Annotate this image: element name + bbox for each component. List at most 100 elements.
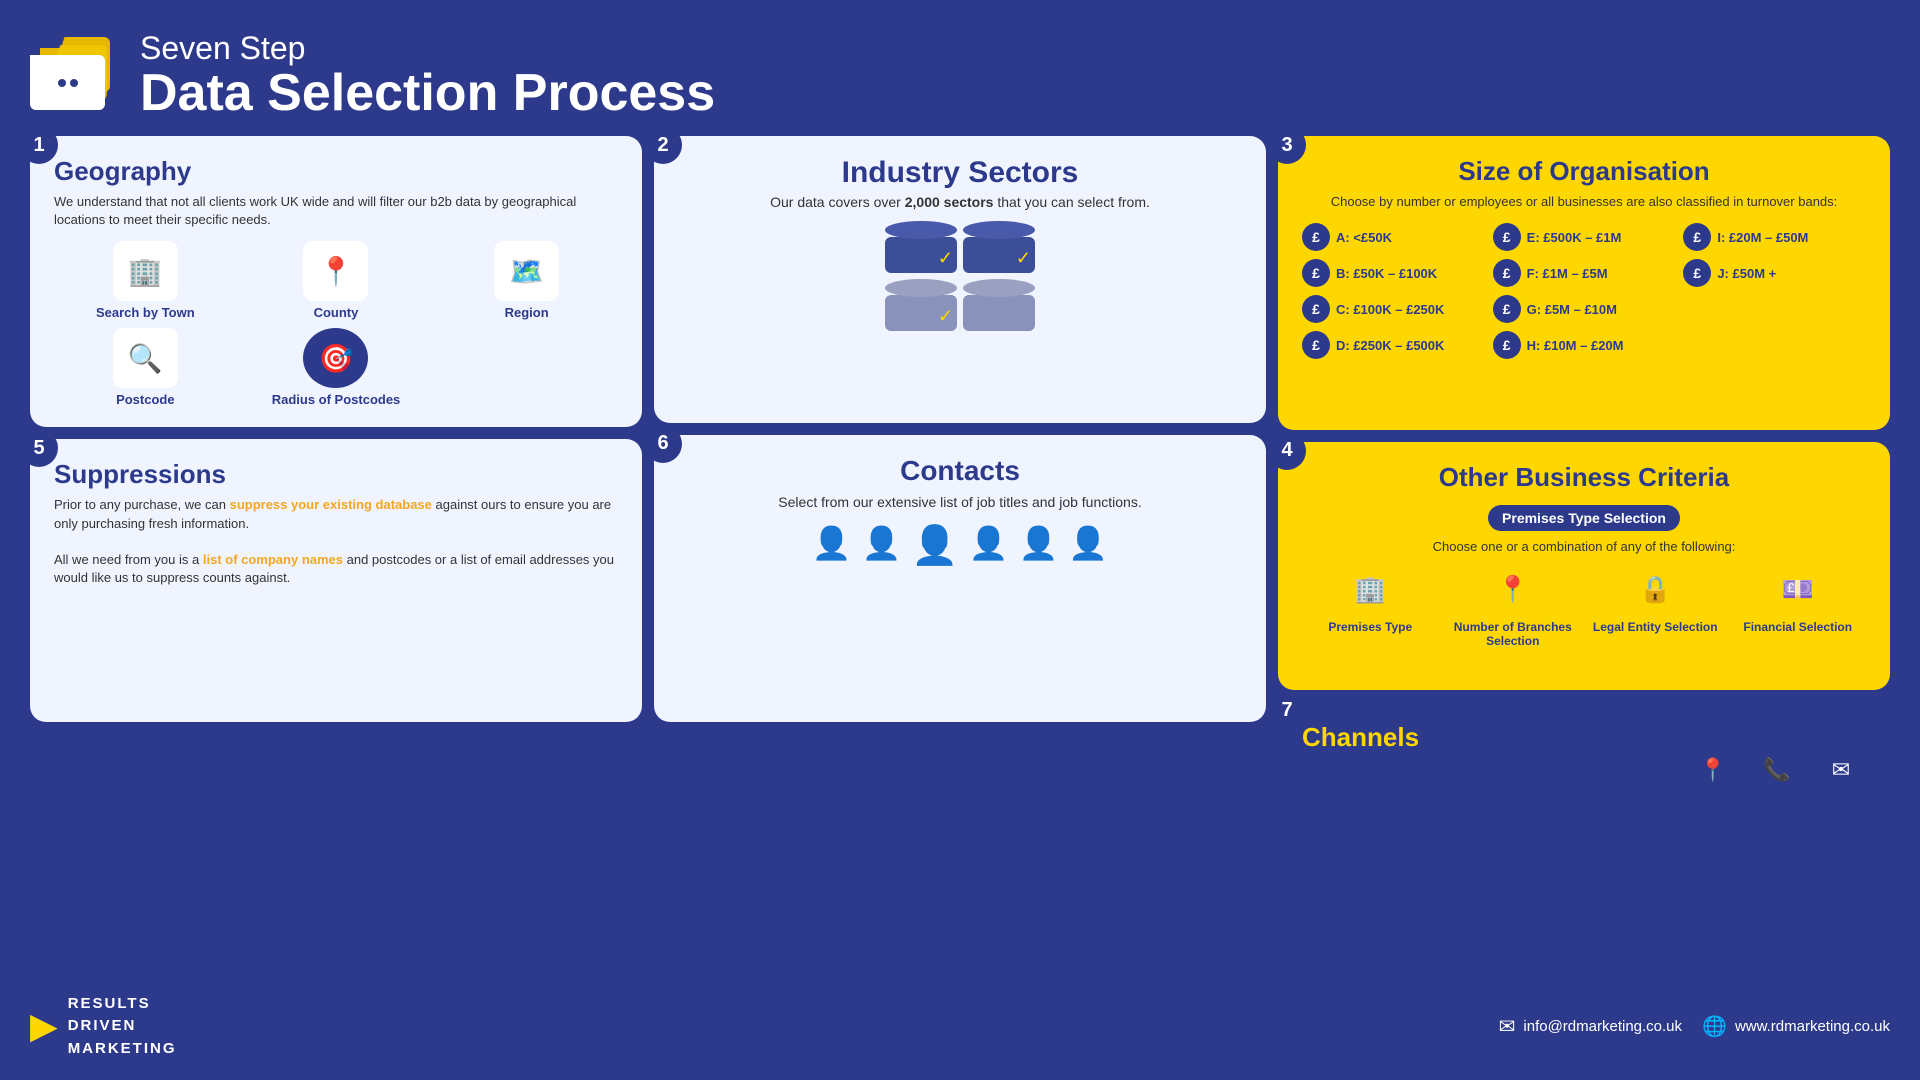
pound-icon-b: £	[1302, 259, 1330, 287]
legal-label: Legal Entity Selection	[1593, 620, 1718, 634]
criteria-financial: 💷 Financial Selection	[1730, 564, 1867, 649]
folder-icon	[30, 37, 120, 112]
person-icon-3: 👤	[911, 524, 958, 568]
geo-icons-grid: 🏢 Search by Town 📍 County 🗺️ Region 🔍 Po…	[54, 241, 618, 407]
footer-logo-line3: MARKETING	[68, 1038, 177, 1061]
financial-label: Financial Selection	[1743, 620, 1852, 634]
pound-icon-h: £	[1493, 331, 1521, 359]
person-icons: 👤 👤 👤 👤 👤 👤	[812, 524, 1109, 568]
channels-icons: 📍 📞 ✉	[1688, 745, 1866, 795]
step5-body2: All we need from you is a list of compan…	[54, 551, 618, 587]
step5-badge: 5	[20, 429, 58, 467]
step6-title: Contacts	[900, 455, 1020, 487]
geo-item-region: 🗺️ Region	[435, 241, 618, 320]
pound-icon-j: £	[1683, 259, 1711, 287]
geo-radius-label: Radius of Postcodes	[272, 392, 401, 407]
step2-body-pre: Our data covers over	[770, 194, 905, 210]
step1-body: We understand that not all clients work …	[54, 193, 618, 229]
premises-type-label: Premises Type	[1328, 620, 1412, 634]
footer-logo-line2: DRIVEN	[68, 1015, 177, 1038]
footer-email: ✉ info@rdmarketing.co.uk	[1499, 1014, 1682, 1039]
channels-inner: Channels All records can be supplied wit…	[1302, 722, 1866, 795]
step2-industry-card: 2 Industry Sectors Our data covers over …	[654, 136, 1266, 423]
size-item-empty1	[1683, 295, 1866, 323]
size-item-a: £ A: <£50K	[1302, 223, 1485, 251]
db-icon-3: ✓	[885, 279, 957, 331]
pound-icon-i: £	[1683, 223, 1711, 251]
db-icon-2: ✓	[963, 221, 1035, 273]
step3-subtitle: Choose by number or employees or all bus…	[1302, 193, 1866, 211]
step4-title: Other Business Criteria	[1302, 462, 1866, 493]
financial-icon: 💷	[1772, 564, 1824, 616]
step2-body-post: that you can select from.	[993, 194, 1149, 210]
step4-other-card: 4 Other Business Criteria Premises Type …	[1278, 442, 1890, 690]
geo-region-icon: 🗺️	[494, 241, 559, 301]
size-item-e: £ E: £500K – £1M	[1493, 223, 1676, 251]
pound-icon-c: £	[1302, 295, 1330, 323]
geo-item-county: 📍 County	[245, 241, 428, 320]
pound-icon-e: £	[1493, 223, 1521, 251]
step4-subtitle: Choose one or a combination of any of th…	[1302, 539, 1866, 554]
size-label-e: E: £500K – £1M	[1527, 230, 1622, 245]
geo-item-radius: 🎯 Radius of Postcodes	[245, 328, 428, 407]
size-item-h: £ H: £10M – £20M	[1493, 331, 1676, 359]
step3-size-grid: £ A: <£50K £ E: £500K – £1M £ I: £20M – …	[1302, 223, 1866, 359]
header: Seven Step Data Selection Process	[30, 20, 1890, 124]
step4-badge: 4	[1268, 432, 1306, 470]
size-label-a: A: <£50K	[1336, 230, 1392, 245]
right-column: 3 Size of Organisation Choose by number …	[1278, 136, 1890, 973]
db-icon-1: ✓	[885, 221, 957, 273]
person-icon-5: 👤	[1019, 524, 1059, 568]
pound-icon-d: £	[1302, 331, 1330, 359]
criteria-icons-grid: 🏢 Premises Type 📍 Number of Branches Sel…	[1302, 564, 1866, 649]
size-label-j: J: £50M +	[1717, 266, 1776, 281]
step2-badge: 2	[644, 126, 682, 164]
step5-suppressions-card: 5 Suppressions Prior to any purchase, we…	[30, 439, 642, 721]
header-title: Data Selection Process	[140, 67, 715, 119]
size-label-i: I: £20M – £50M	[1717, 230, 1808, 245]
step6-badge: 6	[644, 425, 682, 463]
step7-body: All records can be supplied with a posta…	[1302, 759, 1688, 795]
step6-contacts-card: 6 Contacts Select from our extensive lis…	[654, 435, 1266, 722]
header-text: Seven Step Data Selection Process	[140, 30, 715, 119]
email-icon: ✉	[1499, 1014, 1516, 1039]
size-label-d: D: £250K – £500K	[1336, 338, 1444, 353]
pound-icon-g: £	[1493, 295, 1521, 323]
geo-item-postcode: 🔍 Postcode	[54, 328, 237, 407]
channel-email-icon: ✉	[1816, 745, 1866, 795]
channel-location-icon: 📍	[1688, 745, 1738, 795]
footer-website-text: www.rdmarketing.co.uk	[1735, 1018, 1890, 1035]
premises-badge-wrap: Premises Type Selection	[1302, 499, 1866, 539]
geo-postcode-icon: 🔍	[113, 328, 178, 388]
size-label-c: C: £100K – £250K	[1336, 302, 1444, 317]
footer-logo: ▶ RESULTS DRIVEN MARKETING	[30, 993, 177, 1061]
left-column: 1 Geography We understand that not all c…	[30, 136, 642, 722]
mid-column: 2 Industry Sectors Our data covers over …	[654, 136, 1266, 722]
geo-region-label: Region	[505, 305, 549, 320]
step5-body1: Prior to any purchase, we can suppress y…	[54, 496, 618, 532]
step5-list-highlight: list of company names	[203, 552, 343, 567]
size-label-h: H: £10M – £20M	[1527, 338, 1624, 353]
branches-label: Number of Branches Selection	[1445, 620, 1582, 649]
step3-title: Size of Organisation	[1302, 156, 1866, 187]
geo-county-label: County	[314, 305, 359, 320]
channels-text: Channels All records can be supplied wit…	[1302, 722, 1688, 795]
premises-badge: Premises Type Selection	[1488, 505, 1680, 531]
size-label-b: B: £50K – £100K	[1336, 266, 1437, 281]
step2-body-strong: 2,000 sectors	[905, 194, 994, 210]
header-subtitle: Seven Step	[140, 30, 715, 67]
step5-body1-pre: Prior to any purchase, we can	[54, 497, 230, 512]
globe-icon: 🌐	[1702, 1014, 1727, 1039]
footer-email-text: info@rdmarketing.co.uk	[1523, 1018, 1682, 1035]
size-label-g: G: £5M – £10M	[1527, 302, 1617, 317]
criteria-legal: 🔒 Legal Entity Selection	[1587, 564, 1724, 649]
size-item-empty2	[1683, 331, 1866, 359]
step1-badge: 1	[20, 126, 58, 164]
channel-phone-icon: 📞	[1752, 745, 1802, 795]
size-item-d: £ D: £250K – £500K	[1302, 331, 1485, 359]
footer-logo-text: RESULTS DRIVEN MARKETING	[68, 993, 177, 1061]
geo-town-label: Search by Town	[96, 305, 195, 320]
size-item-i: £ I: £20M – £50M	[1683, 223, 1866, 251]
step5-title: Suppressions	[54, 459, 618, 490]
step5-suppress-highlight: suppress your existing database	[230, 497, 432, 512]
